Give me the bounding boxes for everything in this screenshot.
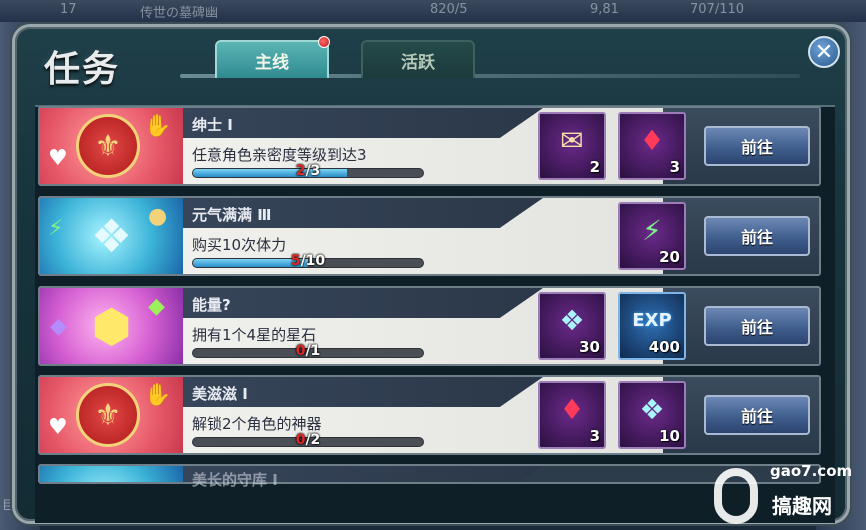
quest-row: ◆ ◆ ⬢ 能量? 拥有1个4星的星石 0/1 ❖ 30 EXP 400 前往 bbox=[38, 286, 821, 366]
reward-slot[interactable]: ❖ 10 bbox=[618, 381, 686, 449]
bg-level: 17 bbox=[60, 2, 77, 17]
glove-icon: ✋ bbox=[144, 114, 172, 139]
progress-label: 0/1 bbox=[295, 343, 321, 359]
bg-stat-2: 9,81 bbox=[590, 2, 619, 17]
quest-description: 拥有1个4星的星石 bbox=[192, 326, 317, 344]
bg-location: 传世の墓碑幽 bbox=[140, 6, 219, 21]
reward-slot[interactable]: ⚡ 20 bbox=[618, 202, 686, 270]
close-icon: ✕ bbox=[814, 39, 834, 65]
fleur-emblem-icon: ⚜ bbox=[76, 383, 140, 447]
rainbow-gem-icon: ⬢ bbox=[91, 299, 132, 353]
quest-description: 解锁2个角色的神器 bbox=[192, 415, 322, 433]
quest-icon-box: ⚡ ● ❖ bbox=[40, 198, 183, 274]
go-button[interactable]: 前往 bbox=[704, 395, 810, 435]
quest-icon-box: ♥ ✋ ⚜ bbox=[40, 377, 183, 453]
progress-label: 2/3 bbox=[295, 163, 321, 179]
notification-dot-icon bbox=[318, 36, 330, 48]
reward-count: 30 bbox=[579, 338, 600, 356]
reward-slot[interactable]: ✉ 2 bbox=[538, 112, 606, 180]
go-button[interactable]: 前往 bbox=[704, 126, 810, 166]
watermark-logo-icon bbox=[714, 468, 758, 524]
glove-icon: ✋ bbox=[144, 383, 172, 408]
fleur-emblem-icon: ⚜ bbox=[76, 114, 140, 178]
reward-slot[interactable]: EXP 400 bbox=[618, 292, 686, 360]
quest-icon-box: ◆ ◆ ⬢ bbox=[40, 288, 183, 364]
bg-stat-1: 820/5 bbox=[430, 2, 468, 17]
reward-count: 400 bbox=[648, 338, 680, 356]
heart-icon: ♥ bbox=[48, 415, 68, 440]
quest-icon-box: ♥ ✋ ⚜ bbox=[40, 108, 183, 184]
reward-count: 20 bbox=[659, 248, 680, 266]
quest-row-partial bbox=[38, 464, 821, 484]
crystal-energy-icon: ❖ bbox=[90, 209, 133, 263]
reward-slot[interactable]: ♦ 3 bbox=[618, 112, 686, 180]
heart-icon: ♥ bbox=[48, 146, 68, 171]
tab-main-quest[interactable]: 主线 bbox=[215, 40, 329, 78]
quest-name: 元气满满 Ⅲ bbox=[192, 206, 272, 224]
quest-name: 美长的守库 Ⅰ bbox=[192, 471, 278, 489]
quest-row: ♥ ✋ ⚜ 绅士 Ⅰ 任意角色亲密度等级到达3 2/3 ✉ 2 ♦ 3 前往 bbox=[38, 106, 821, 186]
background-status-bar: 17 传世の墓碑幽 820/5 9,81 707/110 bbox=[0, 0, 866, 22]
quest-name: 能量? bbox=[192, 296, 231, 314]
bg-stat-3: 707/110 bbox=[690, 2, 745, 17]
quest-icon-box bbox=[40, 466, 183, 482]
reward-slot[interactable]: ❖ 30 bbox=[538, 292, 606, 360]
window-title: 任务 bbox=[44, 49, 121, 90]
reward-count: 10 bbox=[659, 427, 680, 445]
reward-count: 3 bbox=[589, 427, 600, 445]
quest-name-bar bbox=[183, 288, 543, 318]
progress-label: 0/2 bbox=[295, 432, 321, 448]
reward-count: 2 bbox=[589, 158, 600, 176]
go-button[interactable]: 前往 bbox=[704, 216, 810, 256]
progress-label: 5/10 bbox=[290, 253, 326, 269]
watermark-site: gao7.com bbox=[770, 462, 853, 480]
quest-name: 美滋滋 Ⅰ bbox=[192, 385, 248, 403]
watermark-name: 搞趣网 bbox=[772, 494, 832, 518]
reward-count: 3 bbox=[669, 158, 680, 176]
quest-name: 绅士 Ⅰ bbox=[192, 116, 233, 134]
close-button[interactable]: ✕ bbox=[808, 36, 840, 68]
quest-name-bar bbox=[183, 108, 543, 138]
quest-row: ♥ ✋ ⚜ 美滋滋 Ⅰ 解锁2个角色的神器 0/2 ♦ 3 ❖ 10 前往 bbox=[38, 375, 821, 455]
go-button[interactable]: 前往 bbox=[704, 306, 810, 346]
quest-description: 购买10次体力 bbox=[192, 236, 287, 254]
quest-description: 任意角色亲密度等级到达3 bbox=[192, 146, 367, 164]
quest-row: ⚡ ● ❖ 元气满满 Ⅲ 购买10次体力 5/10 ⚡ 20 前往 bbox=[38, 196, 821, 276]
tab-active-quest[interactable]: 活跃 bbox=[361, 40, 475, 78]
reward-slot[interactable]: ♦ 3 bbox=[538, 381, 606, 449]
